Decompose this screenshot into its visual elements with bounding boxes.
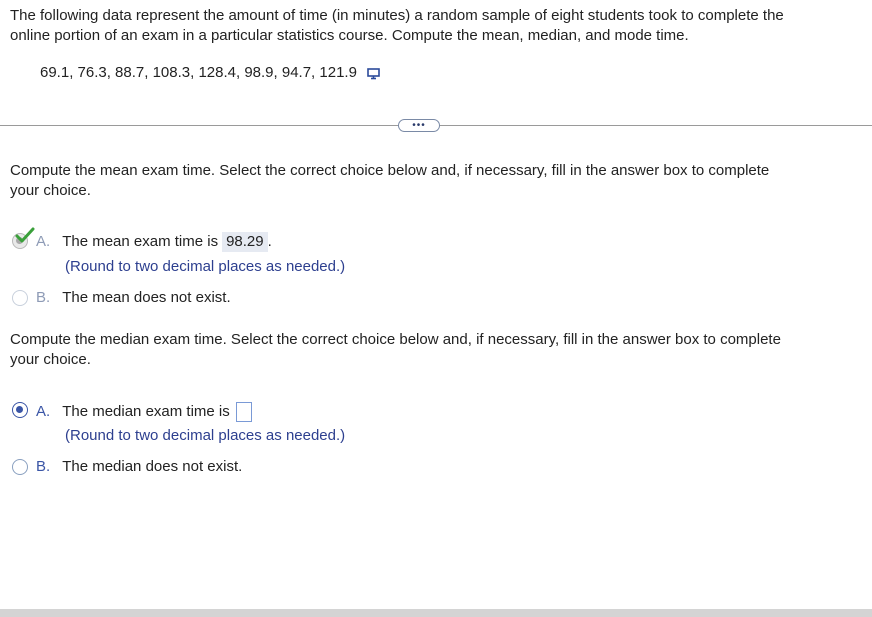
- mean-answer-suffix: .: [267, 233, 272, 250]
- median-choice-a-letter: A.: [36, 403, 51, 420]
- mean-instruction-line-2: your choice.: [10, 182, 91, 199]
- data-values-row: 69.1, 76.3, 88.7, 108.3, 128.4, 98.9, 94…: [40, 63, 381, 83]
- mean-choice-a-letter: A.: [36, 233, 51, 250]
- mean-choice-b-text: The mean does not exist.: [62, 289, 231, 306]
- mean-choice-b[interactable]: B. The mean does not exist.: [12, 288, 231, 308]
- median-choice-a-text: The median exam time is: [62, 402, 252, 422]
- question-prompt: The following data represent the amount …: [10, 6, 784, 46]
- mean-round-hint: (Round to two decimal places as needed.): [65, 258, 346, 275]
- mean-choice-b-letter: B.: [36, 289, 51, 306]
- median-round-hint: (Round to two decimal places as needed.): [65, 427, 346, 444]
- data-values: 69.1, 76.3, 88.7, 108.3, 128.4, 98.9, 94…: [40, 64, 357, 81]
- mean-choice-b-radio[interactable]: [12, 290, 28, 306]
- mean-instruction-line-1: Compute the mean exam time. Select the c…: [10, 162, 770, 179]
- mean-choice-a-label: The mean exam time is: [62, 233, 219, 250]
- copy-data-icon[interactable]: [367, 66, 381, 80]
- median-answer-input[interactable]: [235, 402, 252, 422]
- mean-choice-a[interactable]: A. The mean exam time is 98.29.: [12, 232, 272, 252]
- median-choice-a[interactable]: A. The median exam time is: [12, 402, 252, 422]
- median-choice-b-text: The median does not exist.: [62, 458, 243, 475]
- prompt-line-2: online portion of an exam in a particula…: [10, 27, 689, 44]
- median-choice-a-radio[interactable]: [12, 402, 28, 418]
- mean-answer-box: 98.29: [222, 232, 268, 252]
- mean-instruction: Compute the mean exam time. Select the c…: [10, 161, 769, 201]
- mean-choice-a-text: The mean exam time is 98.29.: [62, 232, 272, 252]
- correct-check-icon: [14, 226, 36, 246]
- median-choice-b-letter: B.: [36, 458, 51, 475]
- median-choice-b-radio[interactable]: [12, 459, 28, 475]
- median-instruction-line-1: Compute the median exam time. Select the…: [10, 331, 781, 348]
- median-instruction-line-2: your choice.: [10, 351, 91, 368]
- expand-question-button[interactable]: •••: [398, 119, 440, 132]
- median-instruction: Compute the median exam time. Select the…: [10, 330, 781, 370]
- median-choice-b[interactable]: B. The median does not exist.: [12, 457, 242, 477]
- prompt-line-1: The following data represent the amount …: [10, 7, 784, 24]
- bottom-scrollbar[interactable]: [0, 609, 872, 617]
- median-choice-a-label: The median exam time is: [62, 403, 230, 420]
